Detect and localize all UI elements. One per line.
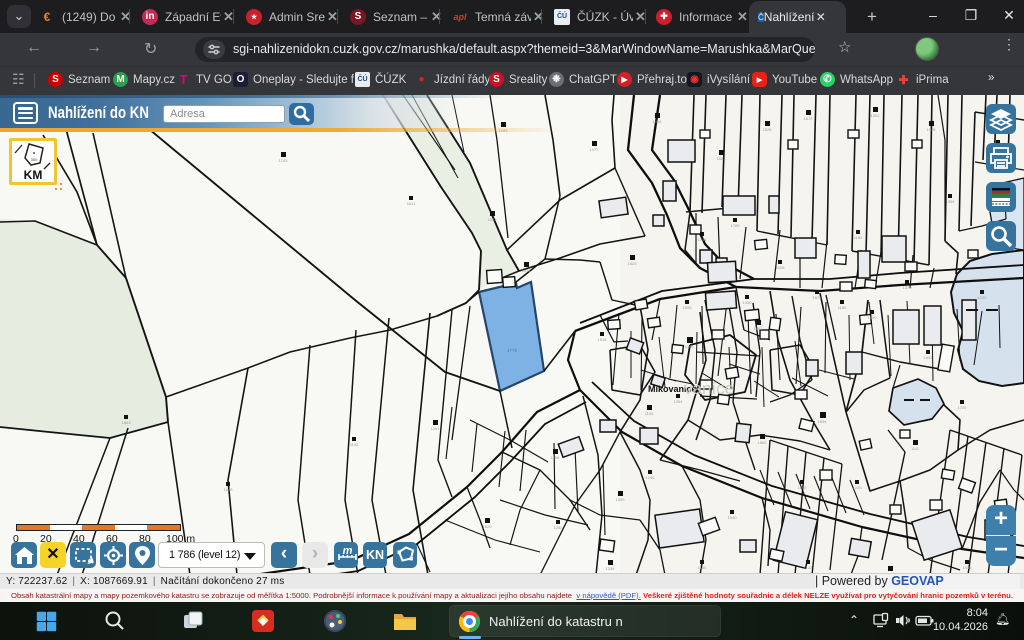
svg-text:1674: 1674 — [522, 268, 532, 273]
svg-text:1696: 1696 — [818, 419, 828, 424]
svg-text:1720: 1720 — [958, 405, 968, 410]
svg-text:1672: 1672 — [804, 116, 814, 121]
svg-text:1358: 1358 — [946, 199, 956, 204]
svg-text:1611: 1611 — [407, 201, 416, 206]
svg-text:1695: 1695 — [683, 305, 693, 310]
svg-text:1225: 1225 — [853, 485, 863, 490]
svg-text:1516: 1516 — [598, 337, 608, 342]
svg-text:1540: 1540 — [728, 515, 738, 520]
svg-text:1254: 1254 — [674, 399, 684, 404]
svg-text:1377: 1377 — [590, 147, 600, 152]
svg-text:1583: 1583 — [717, 156, 727, 161]
svg-text:vaníce: vaníce — [684, 379, 734, 398]
svg-text:1111: 1111 — [911, 446, 920, 451]
svg-text:1194: 1194 — [645, 411, 654, 416]
svg-text:1648: 1648 — [224, 487, 234, 492]
svg-text:1520: 1520 — [868, 315, 878, 320]
svg-text:4779: 4779 — [507, 348, 518, 353]
svg-text:1663: 1663 — [122, 420, 132, 425]
svg-text:1743: 1743 — [279, 158, 289, 163]
svg-text:1632: 1632 — [924, 355, 934, 360]
svg-text:1145: 1145 — [350, 442, 359, 447]
svg-text:1491: 1491 — [431, 426, 441, 431]
svg-text:1336: 1336 — [606, 566, 616, 571]
svg-text:300: 300 — [31, 157, 38, 162]
svg-text:1375: 1375 — [903, 285, 913, 290]
svg-text:1302: 1302 — [871, 113, 881, 118]
svg-text:1640: 1640 — [798, 485, 808, 490]
svg-text:1525: 1525 — [628, 261, 638, 266]
svg-text:1573: 1573 — [488, 217, 498, 222]
svg-text:1675: 1675 — [813, 295, 823, 300]
svg-text:1716: 1716 — [698, 237, 708, 242]
svg-text:1182: 1182 — [854, 235, 863, 240]
svg-text:1529: 1529 — [483, 524, 493, 529]
svg-text:1652: 1652 — [754, 326, 764, 331]
svg-text:1454: 1454 — [653, 119, 663, 124]
svg-text:1076: 1076 — [927, 127, 937, 132]
svg-text:1252: 1252 — [554, 525, 564, 530]
svg-text:1390: 1390 — [685, 344, 695, 349]
svg-text:1528: 1528 — [763, 127, 773, 132]
svg-text:1230: 1230 — [978, 295, 988, 300]
svg-text:1309: 1309 — [616, 497, 626, 502]
svg-text:1435: 1435 — [963, 565, 973, 570]
svg-text:1180: 1180 — [698, 565, 707, 570]
svg-text:1122: 1122 — [804, 565, 813, 570]
svg-text:1108: 1108 — [551, 455, 560, 460]
svg-text:1180: 1180 — [838, 305, 847, 310]
svg-text:1246: 1246 — [646, 475, 656, 480]
svg-text:1562: 1562 — [758, 440, 768, 445]
svg-text:1250: 1250 — [743, 300, 753, 305]
svg-text:1026: 1026 — [776, 265, 786, 270]
svg-text:1765: 1765 — [731, 223, 741, 228]
